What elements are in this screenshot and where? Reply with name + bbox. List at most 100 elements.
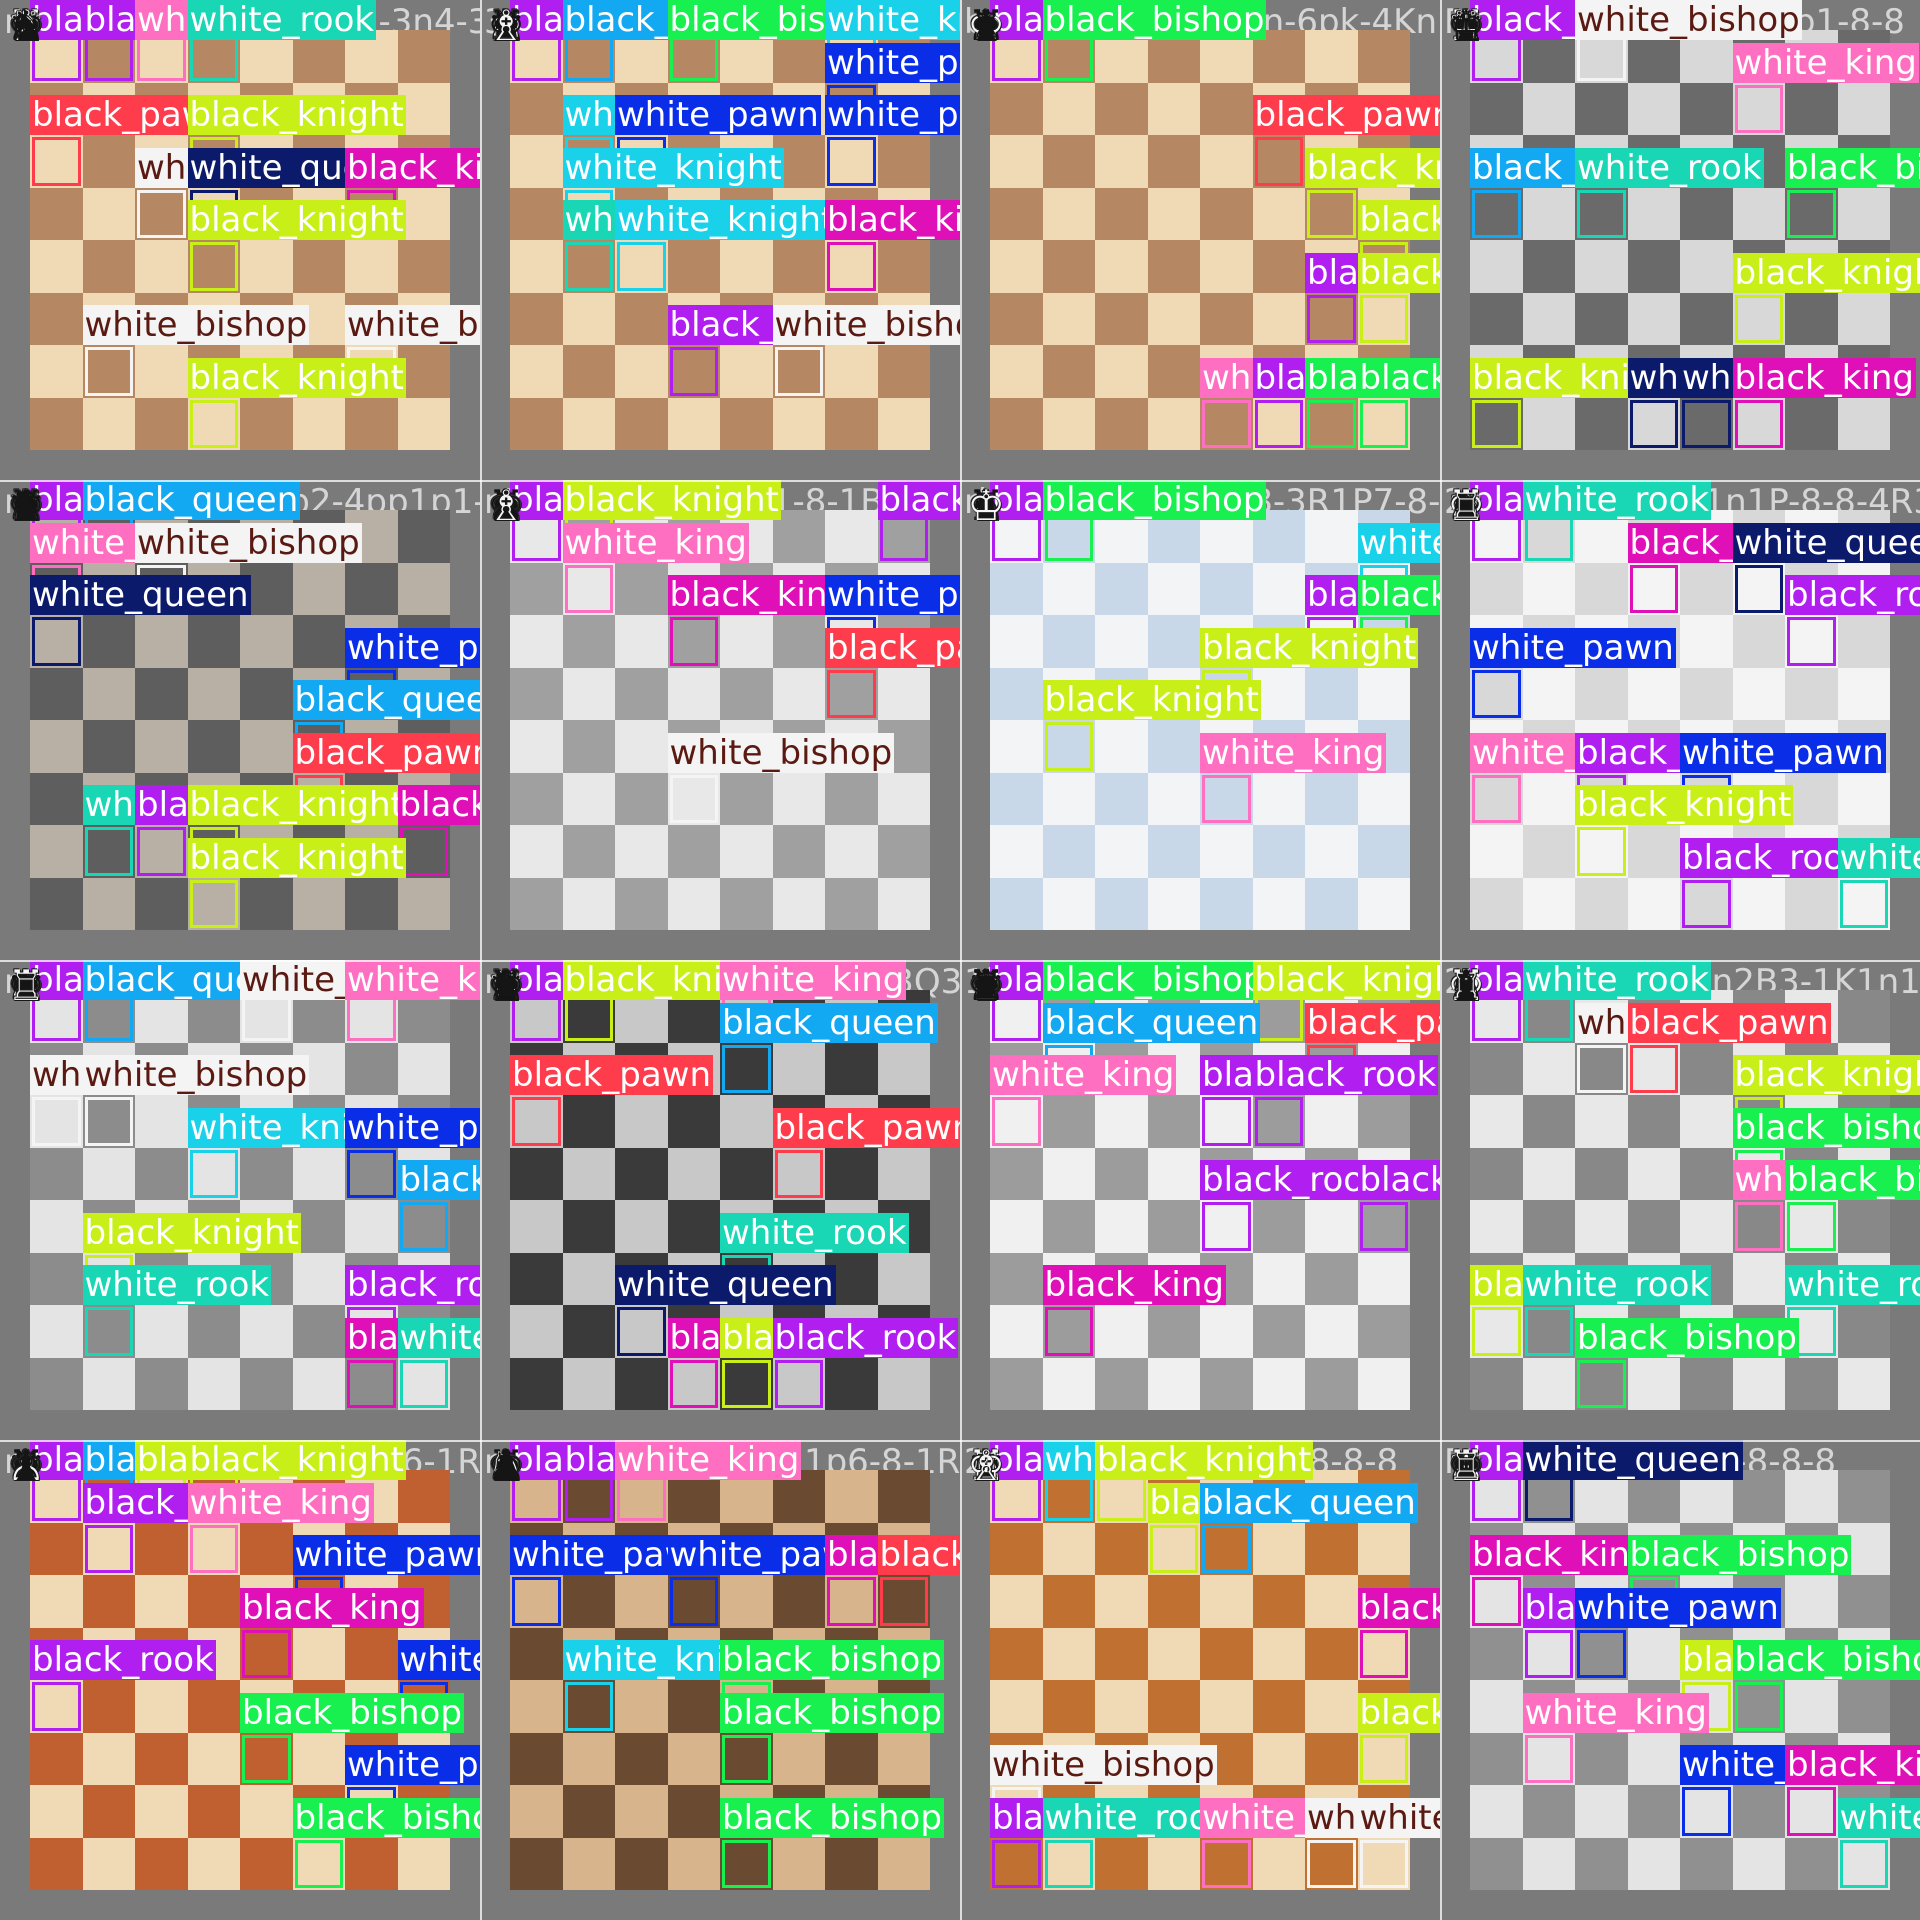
detection-box xyxy=(1787,189,1836,238)
board-square xyxy=(562,345,615,398)
detection-label: black_pawn xyxy=(825,627,960,668)
board-square xyxy=(135,615,188,668)
board-square xyxy=(30,720,83,773)
board-square xyxy=(990,562,1043,615)
board-square xyxy=(1095,135,1148,188)
board-square xyxy=(345,397,398,450)
detection-box xyxy=(564,242,613,291)
detection-box xyxy=(347,1149,396,1198)
board-square xyxy=(1627,1147,1680,1200)
board-square xyxy=(1732,187,1785,240)
detection-box xyxy=(189,1524,238,1573)
board-square xyxy=(825,1357,878,1410)
board-square xyxy=(990,825,1043,878)
board-square xyxy=(82,397,135,450)
board-square xyxy=(1147,615,1200,668)
board-square xyxy=(82,1147,135,1200)
board-square xyxy=(1252,1732,1305,1785)
board-square xyxy=(1200,1627,1253,1680)
detection-label: white_queen xyxy=(30,575,251,615)
board-square xyxy=(82,1575,135,1628)
board-square xyxy=(1680,82,1733,135)
detection-label: white_pawn xyxy=(825,42,960,83)
board-square xyxy=(30,1147,83,1200)
board-square xyxy=(1095,1200,1148,1253)
board-square xyxy=(1147,562,1200,615)
board-square xyxy=(615,1357,668,1410)
detection-label: black_bishop xyxy=(1732,1107,1920,1148)
board-square xyxy=(1305,877,1358,930)
detection-label: black_pawn xyxy=(510,1055,714,1095)
board-square xyxy=(82,1357,135,1410)
board-square xyxy=(240,1785,293,1838)
board-square xyxy=(562,292,615,345)
board-square xyxy=(1095,187,1148,240)
board-square xyxy=(1147,825,1200,878)
detection-label: black_rook xyxy=(1357,1160,1440,1200)
board-square xyxy=(1042,825,1095,878)
board-square xyxy=(1305,1732,1358,1785)
detection-label: white_bishop xyxy=(1575,0,1802,40)
detection-box xyxy=(1359,1629,1408,1678)
board-square xyxy=(345,240,398,293)
detection-box xyxy=(1629,564,1678,613)
board-square xyxy=(292,562,345,615)
board-square xyxy=(1357,1095,1410,1148)
board-square xyxy=(292,877,345,930)
board-square xyxy=(1252,825,1305,878)
detection-label: black_bishop xyxy=(1785,1160,1920,1200)
black-bishop-piece-icon: ♝ xyxy=(487,1441,526,1491)
board-square xyxy=(615,292,668,345)
detection-label: black_king xyxy=(1785,1745,1920,1785)
detection-label: white_pawn xyxy=(825,95,960,135)
board-square xyxy=(1305,1680,1358,1733)
board-square xyxy=(990,1357,1043,1410)
board-square xyxy=(825,345,878,398)
detection-label: white_king xyxy=(720,960,907,1000)
board-square xyxy=(1522,397,1575,450)
board-square xyxy=(30,292,83,345)
detection-label: white_knight xyxy=(1357,522,1440,563)
board-square xyxy=(82,720,135,773)
board-tile: 2B3R2-1R5-8-K1n1P-8-8-4R3-3r1♜black_rook… xyxy=(1440,480,1920,960)
detection-label: black_king xyxy=(1357,1587,1440,1628)
board-square xyxy=(30,1200,83,1253)
board-square xyxy=(667,877,720,930)
board-square xyxy=(1305,772,1358,825)
detection-box xyxy=(242,1734,291,1783)
board-square xyxy=(1732,615,1785,668)
board-square xyxy=(1200,877,1253,930)
board-square xyxy=(510,82,563,135)
board-tile: 1b1n2-1k2p2-K3r-r8-1p1r6-1k6-8♜black_roo… xyxy=(960,960,1440,1440)
board-square xyxy=(510,667,563,720)
detection-box xyxy=(1307,1839,1356,1888)
board-square xyxy=(187,1785,240,1838)
detection-box xyxy=(32,137,81,186)
board-square xyxy=(292,1252,345,1305)
detection-label: black_queen xyxy=(720,1002,938,1043)
detection-label: black_knight xyxy=(1095,1440,1314,1480)
board-square xyxy=(825,1470,878,1523)
board-square xyxy=(30,1785,83,1838)
board-square xyxy=(772,240,825,293)
detection-label: black_knight xyxy=(1305,147,1440,188)
board-square xyxy=(1575,1147,1628,1200)
board-square xyxy=(1357,1522,1410,1575)
detection-label: white_knight xyxy=(615,200,837,240)
board-square xyxy=(240,1305,293,1358)
board-square xyxy=(825,825,878,878)
board-square xyxy=(1680,1147,1733,1200)
board-square xyxy=(1095,1147,1148,1200)
detection-label: black_queen xyxy=(397,1160,480,1200)
detection-box xyxy=(1734,1682,1783,1731)
board-square xyxy=(667,1147,720,1200)
board-square xyxy=(397,397,450,450)
detection-box xyxy=(669,347,718,396)
board-square xyxy=(1252,1522,1305,1575)
board-square xyxy=(397,240,450,293)
board-square xyxy=(990,615,1043,668)
detection-label: white_queen xyxy=(615,1265,836,1305)
board-square xyxy=(1095,1095,1148,1148)
board-square xyxy=(667,1200,720,1253)
board-square xyxy=(1095,1357,1148,1410)
